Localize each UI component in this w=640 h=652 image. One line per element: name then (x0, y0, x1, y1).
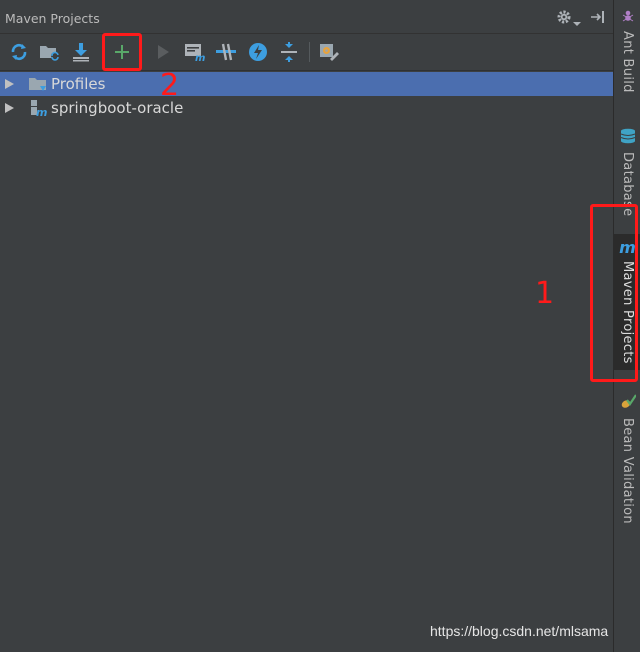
run-maven-build-icon[interactable] (152, 41, 174, 63)
annotation-number-1: 1 (535, 276, 555, 311)
tab-ant-build[interactable]: Ant Build (614, 4, 640, 112)
maven-module-icon: m (28, 99, 48, 119)
svg-text:m: m (195, 53, 205, 62)
database-icon (620, 128, 636, 148)
tab-label: Ant Build (620, 31, 635, 93)
tab-label: Bean Validation (620, 418, 635, 524)
maven-projects-panel: Maven Projects m Profiles m springboot-o… (0, 0, 613, 652)
annotation-box-maven-tab (590, 204, 638, 382)
reimport-all-icon[interactable] (8, 41, 30, 63)
ant-icon (621, 8, 635, 27)
watermark-text: https://blog.csdn.net/mlsama (430, 623, 609, 639)
panel-title: Maven Projects (5, 11, 100, 26)
collapse-all-icon[interactable] (278, 41, 300, 63)
chevron-down-icon[interactable] (573, 13, 581, 26)
skip-tests-icon[interactable] (247, 41, 269, 63)
expand-arrow-icon[interactable] (5, 103, 14, 113)
tree-row-profiles[interactable]: Profiles (0, 72, 613, 96)
download-sources-icon[interactable] (70, 41, 92, 63)
toolbar-separator (309, 42, 310, 62)
tab-bean-validation[interactable]: Bean Validation (614, 392, 640, 532)
generate-sources-icon[interactable] (39, 41, 61, 63)
annotation-box-add (102, 33, 142, 71)
bean-validation-icon (620, 394, 637, 414)
tree-item-label: Profiles (51, 75, 106, 93)
expand-arrow-icon[interactable] (5, 79, 14, 89)
hide-panel-icon[interactable] (590, 9, 606, 25)
annotation-number-2: 2 (160, 68, 180, 103)
gear-icon[interactable] (556, 9, 572, 25)
settings-icon[interactable] (318, 41, 340, 63)
execute-goal-icon[interactable]: m (184, 41, 206, 63)
svg-text:m: m (36, 106, 47, 117)
panel-titlebar: Maven Projects (0, 0, 613, 34)
profiles-folder-icon (28, 75, 48, 93)
maven-toolbar: m (0, 34, 613, 71)
tree-row-springboot-oracle[interactable]: m springboot-oracle (0, 96, 613, 120)
maven-projects-tree: Profiles m springboot-oracle (0, 72, 613, 120)
toggle-offline-icon[interactable] (215, 41, 237, 63)
